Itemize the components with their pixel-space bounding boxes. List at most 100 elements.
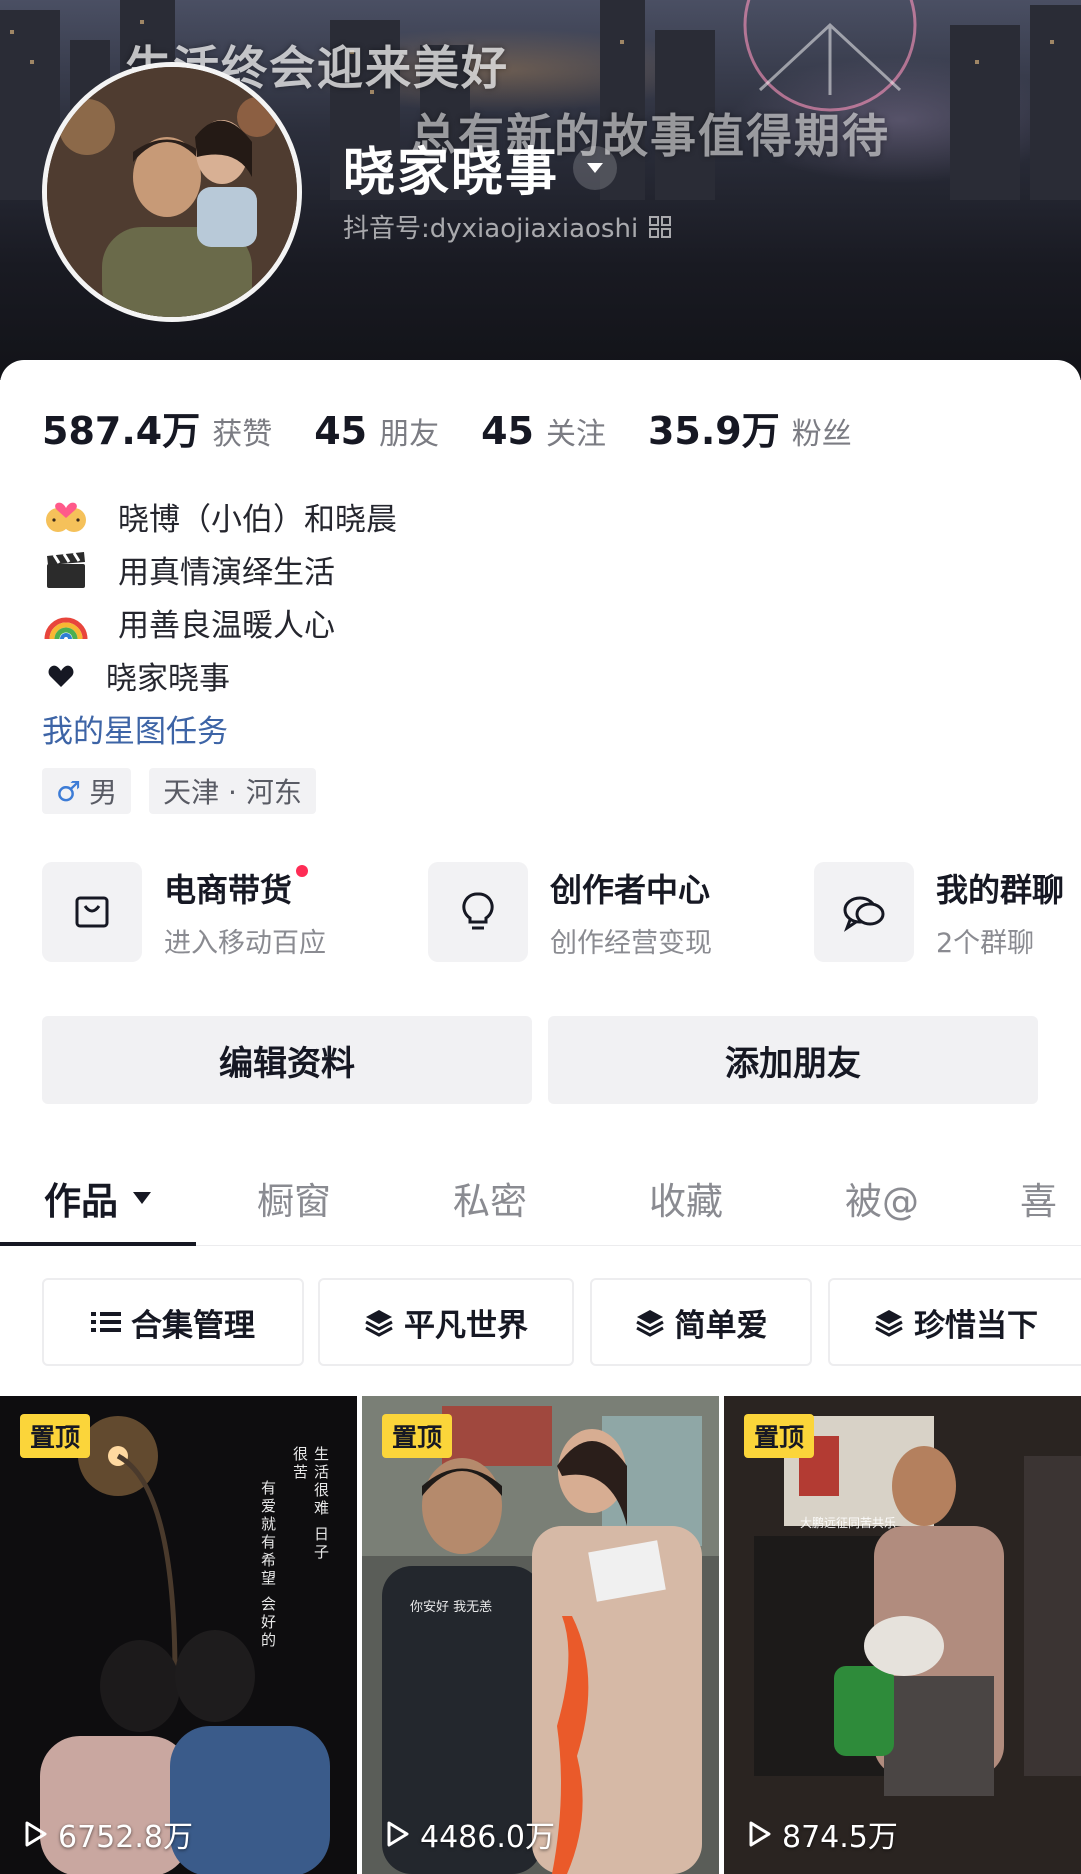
couple-emoji-icon (42, 493, 90, 541)
heart-icon (46, 652, 76, 700)
creator-center-subtitle: 创作经营变现 (550, 927, 712, 959)
ecommerce-title: 电商带货 (164, 864, 309, 911)
creator-center-title: 创作者中心 (550, 870, 711, 909)
location-label: 天津 · 河东 (163, 776, 302, 809)
bio-line-text: 用善良温暖人心 (118, 608, 335, 644)
collection-label: 珍惜当下 (914, 1307, 1038, 1344)
collection-chip[interactable]: 平凡世界 (318, 1278, 574, 1366)
stats-row: 587.4万 获赞 45 朋友 45 关注 35.9万 粉丝 (42, 400, 894, 455)
stat-following-label: 关注 (545, 417, 606, 452)
video-caption: 生活很难 日子很苦 (291, 1446, 330, 1562)
profile-card: 587.4万 获赞 45 朋友 45 关注 35.9万 粉丝 晓博（小伯）和晓晨 (0, 360, 1081, 1874)
service-shortcuts: 电商带货 进入移动百应 创作者中心 创作经营变现 我的群聊 2个群聊 (42, 862, 1081, 966)
list-icon (91, 1312, 121, 1332)
collection-manage-label: 合集管理 (131, 1307, 255, 1344)
stat-likes[interactable]: 587.4万 获赞 (42, 400, 272, 455)
bio-line-text: 晓家晓事 (106, 661, 230, 697)
avatar[interactable] (42, 62, 302, 322)
tab-private[interactable]: 私密 (392, 1150, 588, 1246)
play-count-value: 874.5万 (782, 1820, 898, 1855)
profile-banner: 生活终会迎来美好 总有新的故事值得期待 晓家晓事 抖音号:dyxiaojiaxi… (0, 0, 1081, 380)
collection-chip[interactable]: 简单爱 (590, 1278, 812, 1366)
male-icon: ♂ (56, 774, 82, 808)
stack-icon (635, 1310, 664, 1337)
play-icon (749, 1821, 771, 1847)
nickname[interactable]: 晓家晓事 (343, 130, 559, 205)
video-thumbnail[interactable]: 你安好 我无恙 置顶 4486.0万 (362, 1396, 719, 1874)
stack-icon (875, 1310, 903, 1337)
play-count: 6752.8万 (24, 1812, 193, 1856)
qr-code-icon[interactable] (648, 215, 672, 239)
lightbulb-icon (428, 862, 528, 962)
avatar-photo (47, 67, 297, 317)
group-chat-title: 我的群聊 (936, 870, 1065, 909)
caret-down-icon[interactable] (132, 1191, 152, 1205)
video-cover-image (362, 1396, 719, 1874)
bio-line: 晓博（小伯）和晓晨 (42, 490, 397, 543)
profile-actions: 编辑资料 添加朋友 (42, 1016, 1038, 1104)
stat-likes-count: 587.4万 (42, 409, 201, 453)
creator-center-entry[interactable]: 创作者中心 创作经营变现 (428, 862, 712, 962)
play-icon (387, 1821, 409, 1847)
clapper-board-icon (42, 546, 90, 594)
stat-following[interactable]: 45 关注 (481, 409, 606, 453)
edit-profile-button[interactable]: 编辑资料 (42, 1016, 532, 1104)
bio-line: 晓家晓事 (42, 649, 397, 702)
bio-line-text: 晓博（小伯）和晓晨 (118, 502, 397, 538)
tab-works-label: 作品 (44, 1180, 118, 1223)
ecommerce-entry[interactable]: 电商带货 进入移动百应 (42, 862, 326, 962)
group-chat-entry[interactable]: 我的群聊 2个群聊 (814, 862, 1064, 962)
tab-showcase[interactable]: 橱窗 (196, 1150, 392, 1246)
rainbow-icon (42, 599, 90, 647)
play-count-value: 6752.8万 (58, 1820, 193, 1855)
location-tag: 天津 · 河东 (149, 768, 316, 814)
group-chat-subtitle: 2个群聊 (936, 927, 1035, 959)
stack-icon (365, 1310, 393, 1337)
profile-tags: ♂ 男 天津 · 河东 (42, 768, 316, 814)
shopping-bag-icon (42, 862, 142, 962)
bio-line: 用真情演绎生活 (42, 543, 397, 596)
stat-likes-label: 获赞 (212, 417, 273, 452)
video-caption: 有爱就有希望 会好的 (259, 1480, 277, 1650)
bio: 晓博（小伯）和晓晨 用真情演绎生活 用善良温暖人心 晓家晓事 我的星图任务 (42, 490, 397, 755)
play-count: 874.5万 (748, 1812, 898, 1856)
stat-followers-count: 35.9万 (647, 409, 780, 453)
stat-following-count: 45 (481, 409, 534, 453)
douyin-id: 抖音号:dyxiaojiaxiaoshi (343, 214, 639, 244)
collection-chip[interactable]: 珍惜当下 (828, 1278, 1081, 1366)
collection-manage-chip[interactable]: 合集管理 (42, 1278, 304, 1366)
video-thumbnail[interactable]: 生活很难 日子很苦 有爱就有希望 会好的 置顶 6752.8万 (0, 1396, 357, 1874)
video-caption: 你安好 我无恙 (410, 1600, 493, 1615)
video-thumbnail[interactable]: 大鹏远征同苦共乐 置顶 874.5万 (724, 1396, 1081, 1874)
video-cover-image (724, 1396, 1081, 1874)
bio-line: 用善良温暖人心 (42, 596, 397, 649)
content-tabs: 作品 橱窗 私密 收藏 被@ 喜 (0, 1150, 1081, 1246)
tab-likes[interactable]: 喜 (1020, 1150, 1081, 1246)
play-count: 4486.0万 (386, 1812, 555, 1856)
active-tab-indicator (0, 1242, 196, 1246)
gender-tag: ♂ 男 (42, 768, 132, 814)
pinned-badge: 置顶 (20, 1414, 91, 1458)
play-icon (25, 1821, 47, 1847)
add-friend-button[interactable]: 添加朋友 (548, 1016, 1038, 1104)
stat-friends[interactable]: 45 朋友 (314, 409, 439, 453)
stat-friends-count: 45 (314, 409, 368, 453)
pinned-badge: 置顶 (744, 1414, 815, 1458)
ecommerce-title-text: 电商带货 (164, 870, 293, 909)
account-switch-icon[interactable] (573, 145, 618, 190)
tab-works[interactable]: 作品 (0, 1150, 196, 1246)
pinned-badge: 置顶 (382, 1414, 453, 1458)
notification-dot (296, 864, 309, 877)
video-grid: 生活很难 日子很苦 有爱就有希望 会好的 置顶 6752.8万 你安好 我无恙 … (0, 1396, 1081, 1874)
star-map-link[interactable]: 我的星图任务 (42, 702, 397, 755)
play-count-value: 4486.0万 (420, 1820, 555, 1855)
tab-mentions[interactable]: 被@ (784, 1150, 980, 1246)
collections-row: 合集管理 平凡世界 简单爱 珍惜当下 (42, 1278, 1081, 1366)
collection-label: 简单爱 (674, 1307, 768, 1344)
tab-favorites[interactable]: 收藏 (588, 1150, 784, 1246)
gender-label: 男 (89, 776, 118, 809)
bio-line-text: 用真情演绎生活 (118, 555, 335, 591)
stat-followers[interactable]: 35.9万 粉丝 (648, 400, 852, 455)
ecommerce-subtitle: 进入移动百应 (164, 927, 326, 959)
stat-followers-label: 粉丝 (791, 417, 852, 452)
